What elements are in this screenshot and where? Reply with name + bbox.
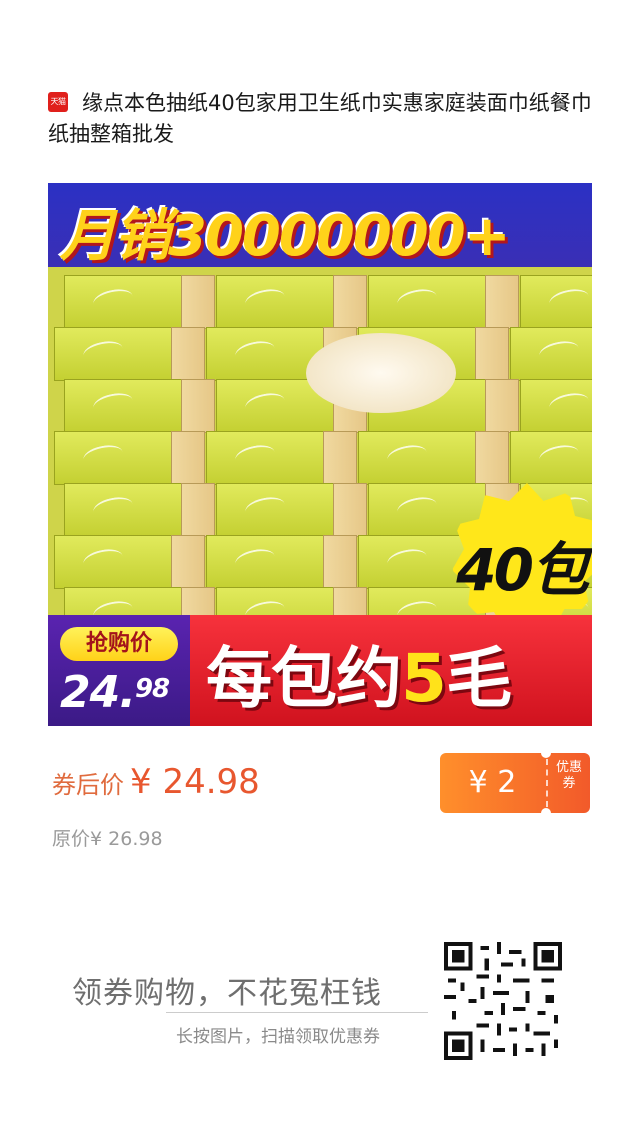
leaf-icon xyxy=(243,390,287,418)
leaf-icon xyxy=(547,390,591,418)
tissue-pack xyxy=(64,275,215,329)
per-pack-text: 每包约5毛 xyxy=(206,640,512,717)
coupon-label: 优惠券 xyxy=(556,760,583,791)
qr-code-icon[interactable] xyxy=(444,942,562,1060)
tissue-pack xyxy=(54,431,205,485)
sales-banner: 月销30000000+ xyxy=(48,183,592,269)
tissue-pack xyxy=(216,483,367,537)
after-coupon-price: 券后价 ¥ 24.98 xyxy=(52,762,260,802)
coupon-notch-top xyxy=(541,748,551,758)
promo-price: 24.98 xyxy=(60,667,170,718)
tmall-icon: 天猫 xyxy=(48,92,68,112)
leaf-icon xyxy=(91,390,135,418)
after-coupon-value: ¥ 24.98 xyxy=(130,762,260,802)
product-title: 缘点本色抽纸40包家用卫生纸巾实惠家庭装面巾纸餐巾纸抽整箱批发 xyxy=(48,91,592,146)
tissue-pack xyxy=(64,483,215,537)
tissue-pack xyxy=(54,327,205,381)
leaf-icon xyxy=(243,494,287,522)
promo-label: 抢购价 xyxy=(60,627,178,661)
leaf-icon xyxy=(537,442,581,470)
coupon-amount: ¥ 2 xyxy=(468,765,517,800)
leaf-icon xyxy=(233,546,277,574)
tissue-pack xyxy=(520,275,592,329)
scan-hint: 长按图片，扫描领取优惠券 xyxy=(176,1027,380,1047)
leaf-icon xyxy=(81,546,125,574)
coupon-notch-bottom xyxy=(541,808,551,818)
tissue-pack xyxy=(206,431,357,485)
leaf-icon xyxy=(395,494,439,522)
leaf-icon xyxy=(233,442,277,470)
tissue-pack xyxy=(206,535,357,589)
leaf-icon xyxy=(385,442,429,470)
tissue-pack xyxy=(368,275,519,329)
pack-count-text: 40包 xyxy=(456,536,589,604)
tissue-pack xyxy=(520,379,592,433)
tissue-pack xyxy=(216,275,367,329)
leaf-icon xyxy=(537,338,581,366)
tissue-pack xyxy=(64,379,215,433)
tissue-pack xyxy=(54,535,205,589)
leaf-icon xyxy=(233,338,277,366)
slogan: 领券购物，不花冤枉钱 xyxy=(72,976,382,1011)
promo-price-panel: 抢购价 24.98 每包约5毛 xyxy=(48,615,592,726)
promo-price-box: 抢购价 24.98 xyxy=(48,615,190,726)
leaf-icon xyxy=(91,286,135,314)
leaf-icon xyxy=(243,286,287,314)
leaf-icon xyxy=(91,494,135,522)
tissue-graphic xyxy=(306,333,456,413)
leaf-icon xyxy=(81,338,125,366)
per-pack-box: 每包约5毛 xyxy=(190,615,592,726)
slogan-divider xyxy=(166,1012,428,1013)
after-coupon-label: 券后价 xyxy=(52,771,124,799)
leaf-icon xyxy=(81,442,125,470)
leaf-icon xyxy=(547,286,591,314)
coupon-button[interactable]: ¥ 2 优惠券 xyxy=(440,748,590,818)
original-price: 原价¥ 26.98 xyxy=(52,824,163,851)
original-price-label: 原价 xyxy=(52,828,91,850)
product-title-block: 天猫 缘点本色抽纸40包家用卫生纸巾实惠家庭装面巾纸餐巾纸抽整箱批发 xyxy=(48,88,608,150)
original-price-value: ¥ 26.98 xyxy=(90,828,163,850)
leaf-icon xyxy=(395,286,439,314)
tissue-pack xyxy=(358,431,509,485)
tissue-pack xyxy=(510,327,592,381)
tissue-pack xyxy=(510,431,592,485)
monthly-sales-text: 月销30000000+ xyxy=(60,204,511,269)
product-image[interactable]: 月销30000000+ 40包 抢购价 24.98 每包约5毛 xyxy=(48,183,592,726)
coupon-divider xyxy=(546,759,548,807)
leaf-icon xyxy=(385,546,429,574)
